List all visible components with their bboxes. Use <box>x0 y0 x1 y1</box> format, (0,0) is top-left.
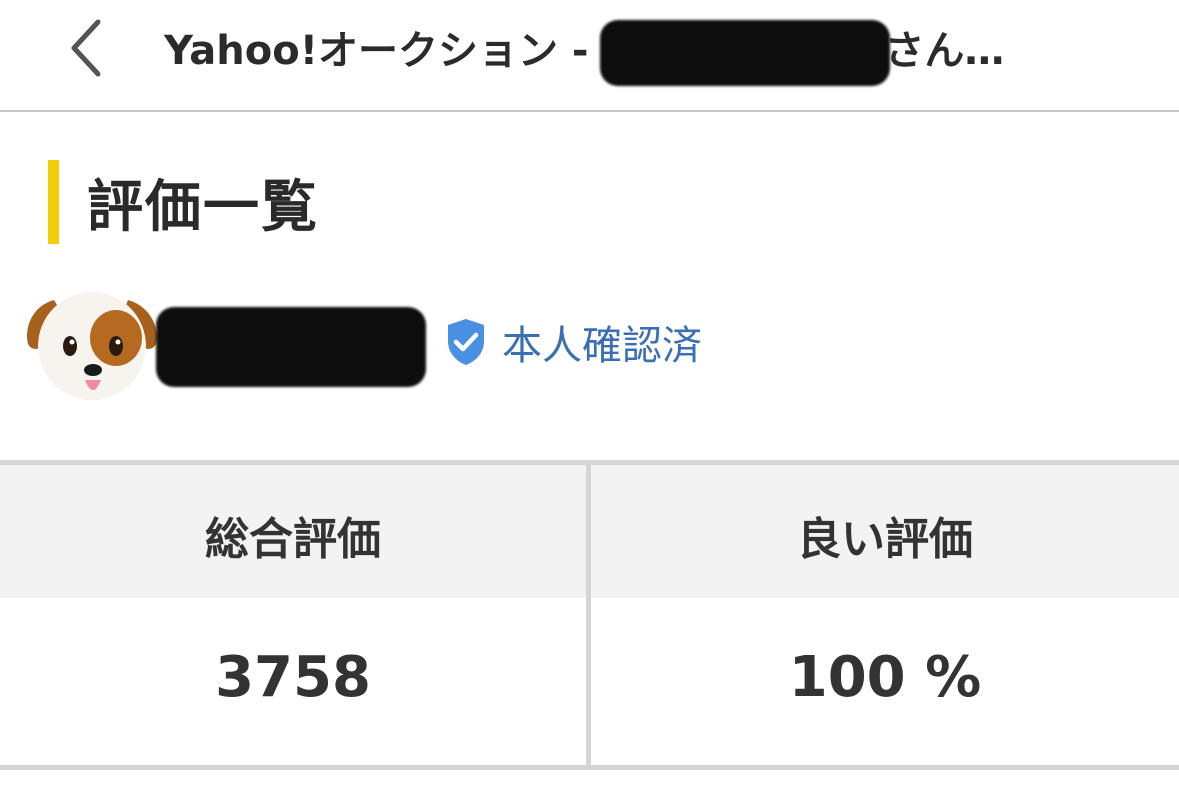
page-title: Yahoo!オークション - さん… <box>164 20 1005 86</box>
back-button[interactable] <box>58 18 114 78</box>
dog-face-icon <box>27 292 157 400</box>
chevron-left-icon <box>71 19 101 77</box>
section-title: 評価一覧 <box>87 174 319 240</box>
redacted-user-name[interactable] <box>156 307 426 387</box>
redacted-username <box>600 20 891 86</box>
rating-stats-table: 総合評価 良い評価 3758 100 % <box>0 460 1179 770</box>
feedback-page: Yahoo!オークション - さん… 評価一覧 本人確認済 総合評価 良い評価 … <box>0 0 1179 805</box>
section-heading: 評価一覧 <box>48 160 319 244</box>
page-title-suffix: さん… <box>884 28 1005 74</box>
shield-check-icon <box>448 319 484 365</box>
user-info: 本人確認済 <box>24 280 702 404</box>
nav-bar: Yahoo!オークション - さん… <box>0 0 1179 112</box>
heading-accent-bar <box>48 160 59 244</box>
page-title-prefix: Yahoo!オークション - <box>164 28 603 74</box>
avatar[interactable] <box>24 280 162 404</box>
total-rating-label: 総合評価 <box>205 514 381 565</box>
good-rating-label: 良い評価 <box>797 514 973 565</box>
verified-badge: 本人確認済 <box>444 313 702 371</box>
good-rating-value: 100 % <box>788 645 982 710</box>
total-rating-value: 3758 <box>215 645 371 710</box>
verified-label: 本人確認済 <box>502 323 702 369</box>
